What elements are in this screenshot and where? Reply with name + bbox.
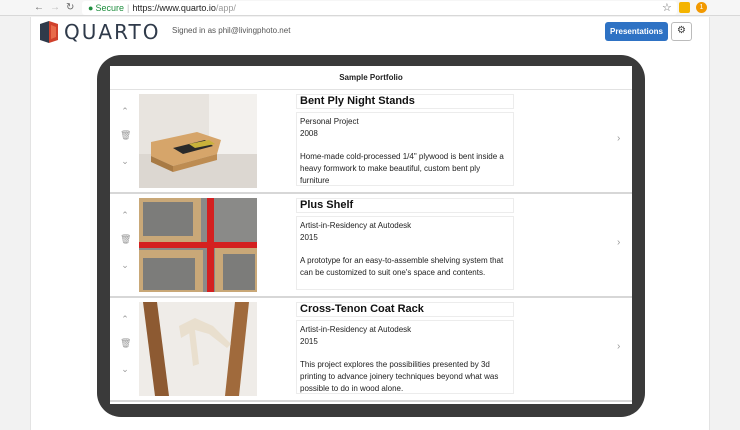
portfolio-item[interactable]: ⌃ 🗑 ⌄ Cross-Tenon Coat Rack Artist-in-Re… [110, 298, 632, 402]
app-header: QUARTO Signed in as phil@livingphoto.net… [31, 17, 711, 47]
move-down-icon[interactable]: ⌄ [120, 260, 130, 271]
chevron-right-icon[interactable]: › [617, 341, 620, 352]
move-up-icon[interactable]: ⌃ [120, 106, 130, 117]
item-details[interactable]: Personal Project 2008 Home-made cold-pro… [296, 112, 514, 186]
item-description: A prototype for an easy-to-assemble shel… [300, 256, 504, 277]
move-down-icon[interactable]: ⌄ [120, 364, 130, 375]
move-up-icon[interactable]: ⌃ [120, 210, 130, 221]
address-bar[interactable]: ● Secure | https://www.quarto.io/app/ [82, 1, 677, 15]
portfolio-title: Sample Portfolio [110, 66, 632, 90]
trash-icon[interactable]: 🗑 [120, 234, 131, 245]
item-description: Home-made cold-processed 1/4" plywood is… [300, 152, 504, 185]
item-year: 2015 [300, 337, 318, 346]
move-down-icon[interactable]: ⌄ [120, 156, 130, 167]
item-title[interactable]: Bent Ply Night Stands [296, 94, 514, 109]
item-title[interactable]: Cross-Tenon Coat Rack [296, 302, 514, 317]
portfolio-item[interactable]: ⌃ 🗑 ⌄ Plus Shelf Artist-in-Residency at … [110, 194, 632, 298]
presentations-button[interactable]: Presentations [605, 22, 668, 41]
item-year: 2008 [300, 129, 318, 138]
signed-in-text: Signed in as phil@livingphoto.net [172, 26, 291, 35]
chevron-right-icon[interactable]: › [617, 237, 620, 248]
back-arrow-icon[interactable]: ← [34, 1, 44, 15]
item-thumbnail[interactable] [139, 302, 257, 396]
tablet-screen: Sample Portfolio ⌃ 🗑 ⌄ Bent Ply Night St… [110, 66, 632, 404]
browser-toolbar: ← → ↻ ● Secure | https://www.quarto.io/app/… [0, 0, 740, 16]
logo-text[interactable]: QUARTO [64, 19, 160, 45]
url-separator: | [126, 3, 130, 13]
item-subtitle: Artist-in-Residency at Autodesk [300, 221, 412, 230]
portfolio-item[interactable]: ⌃ 🗑 ⌄ Bent Ply Night Stands Personal Pro… [110, 90, 632, 194]
quarto-logo-icon[interactable] [39, 21, 59, 48]
item-thumbnail[interactable] [139, 94, 257, 188]
move-up-icon[interactable]: ⌃ [120, 314, 130, 325]
tablet-device-frame: Sample Portfolio ⌃ 🗑 ⌄ Bent Ply Night St… [97, 55, 645, 417]
extension-icon[interactable] [679, 2, 690, 13]
item-details[interactable]: Artist-in-Residency at Autodesk 2015 Thi… [296, 320, 514, 394]
trash-icon[interactable]: 🗑 [120, 338, 131, 349]
gear-icon: ⚙ [677, 25, 686, 36]
settings-button[interactable]: ⚙ [671, 22, 692, 41]
lock-icon: ● [88, 3, 94, 13]
item-thumbnail[interactable] [139, 198, 257, 292]
url-path: /app/ [215, 3, 236, 13]
bookmark-star-icon[interactable]: ☆ [662, 0, 672, 16]
item-title[interactable]: Plus Shelf [296, 198, 514, 213]
chevron-right-icon[interactable]: › [617, 133, 620, 144]
forward-arrow-icon[interactable]: → [50, 1, 60, 15]
item-subtitle: Personal Project [300, 117, 359, 126]
url-host: https://www.quarto.io [132, 3, 216, 13]
secure-label: Secure [95, 3, 124, 13]
trash-icon[interactable]: 🗑 [120, 130, 131, 141]
extension-badge-icon[interactable]: 1 [696, 2, 707, 13]
item-description: This project explores the possibilities … [300, 360, 499, 393]
app-page: QUARTO Signed in as phil@livingphoto.net… [30, 17, 710, 430]
item-details[interactable]: Artist-in-Residency at Autodesk 2015 A p… [296, 216, 514, 290]
item-subtitle: Artist-in-Residency at Autodesk [300, 325, 412, 334]
item-year: 2015 [300, 233, 318, 242]
reload-icon[interactable]: ↻ [66, 1, 74, 15]
